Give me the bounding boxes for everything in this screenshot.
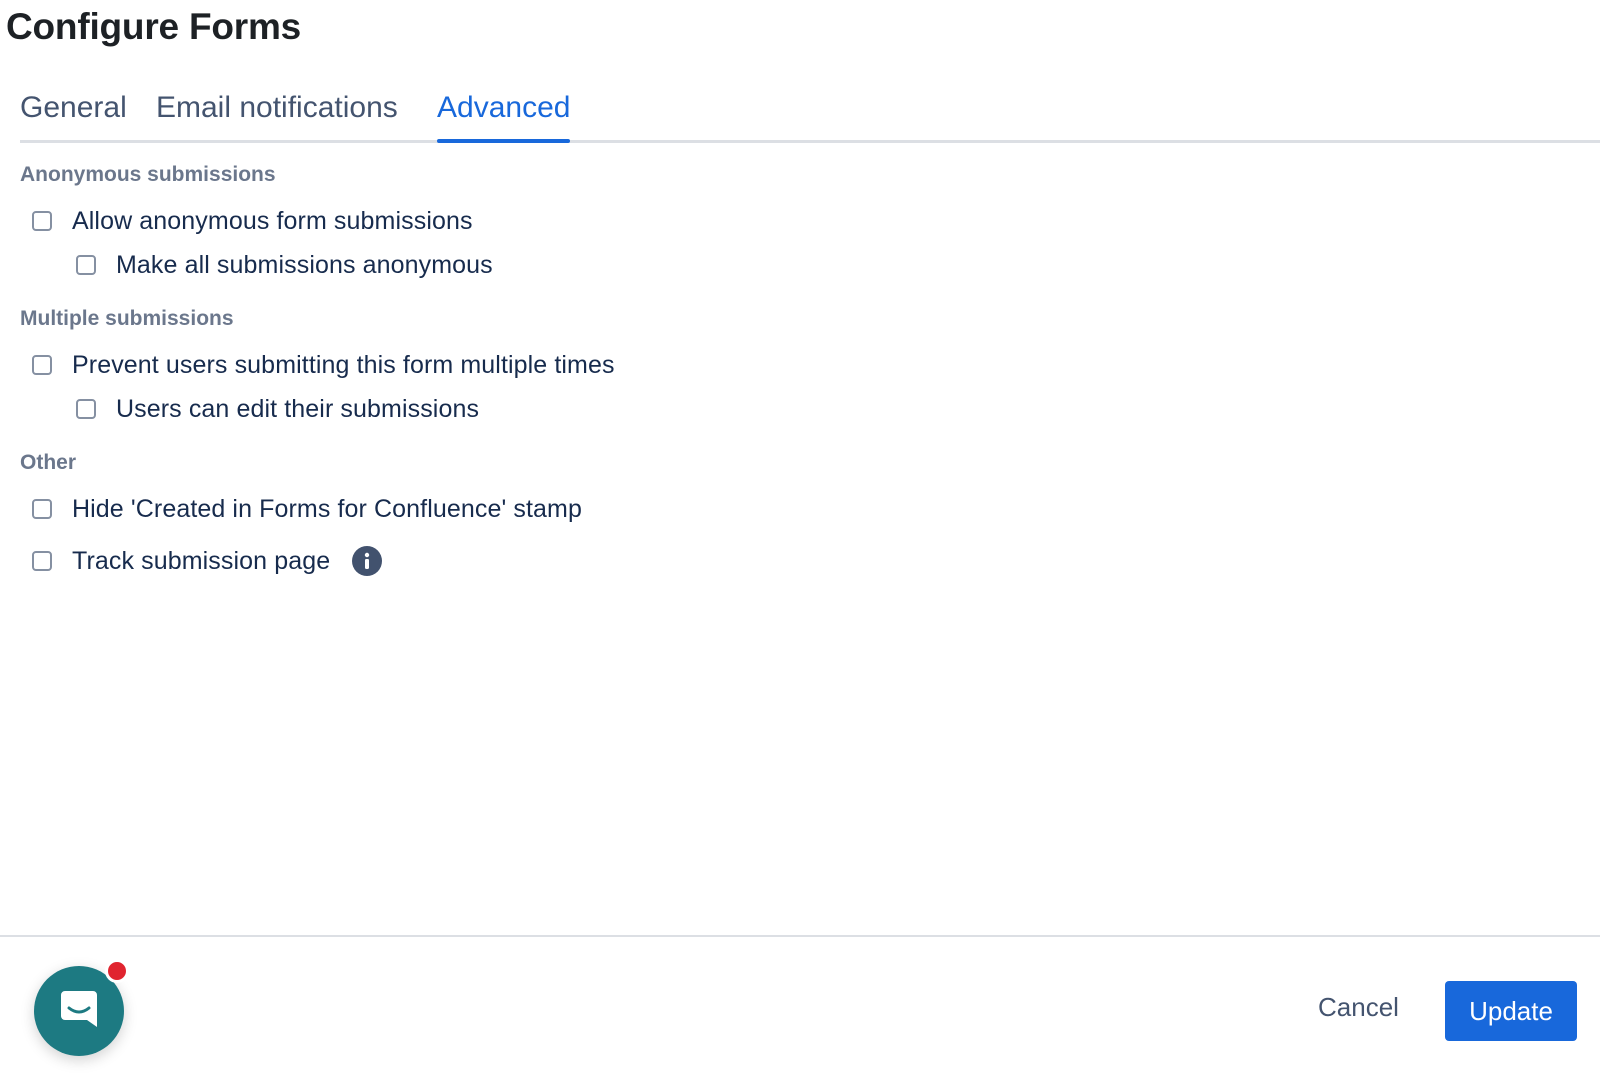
users-can-edit-checkbox[interactable] <box>76 399 96 419</box>
users-can-edit-label[interactable]: Users can edit their submissions <box>116 395 479 424</box>
track-submission-label[interactable]: Track submission page <box>72 547 330 576</box>
info-icon[interactable] <box>352 546 383 576</box>
option-allow-anonymous[interactable]: Allow anonymous form submissions <box>32 203 473 239</box>
allow-anonymous-label[interactable]: Allow anonymous form submissions <box>72 207 473 236</box>
configure-forms-dialog: Configure Forms General Email notificati… <box>0 0 1600 1080</box>
section-heading-anonymous: Anonymous submissions <box>20 163 276 186</box>
footer-divider <box>0 935 1600 937</box>
hide-stamp-checkbox[interactable] <box>32 499 52 519</box>
allow-anonymous-checkbox[interactable] <box>32 211 52 231</box>
tab-general[interactable]: General <box>20 88 127 128</box>
dialog-title: Configure Forms <box>6 6 302 47</box>
make-all-anonymous-label[interactable]: Make all submissions anonymous <box>116 251 493 280</box>
section-heading-other: Other <box>20 451 77 474</box>
option-make-all-anonymous[interactable]: Make all submissions anonymous <box>76 247 493 283</box>
tab-bar: General Email notifications Advanced <box>20 84 1600 143</box>
make-all-anonymous-checkbox[interactable] <box>76 255 96 275</box>
notification-dot <box>105 959 129 983</box>
prevent-multiple-label[interactable]: Prevent users submitting this form multi… <box>72 351 615 380</box>
update-button[interactable]: Update <box>1445 981 1577 1041</box>
option-hide-stamp[interactable]: Hide 'Created in Forms for Confluence' s… <box>32 491 582 527</box>
section-heading-multiple: Multiple submissions <box>20 307 234 330</box>
hide-stamp-label[interactable]: Hide 'Created in Forms for Confluence' s… <box>72 495 582 524</box>
tab-advanced[interactable]: Advanced <box>437 88 571 143</box>
prevent-multiple-checkbox[interactable] <box>32 355 52 375</box>
option-track-submission[interactable]: Track submission page <box>32 543 383 579</box>
cancel-button[interactable]: Cancel <box>1318 990 1399 1024</box>
chat-icon <box>61 991 97 1027</box>
track-submission-checkbox[interactable] <box>32 551 52 571</box>
chat-widget-button[interactable] <box>34 959 129 1056</box>
option-prevent-multiple[interactable]: Prevent users submitting this form multi… <box>32 347 615 383</box>
option-users-can-edit[interactable]: Users can edit their submissions <box>76 391 479 427</box>
tab-email-notifications[interactable]: Email notifications <box>156 88 398 128</box>
